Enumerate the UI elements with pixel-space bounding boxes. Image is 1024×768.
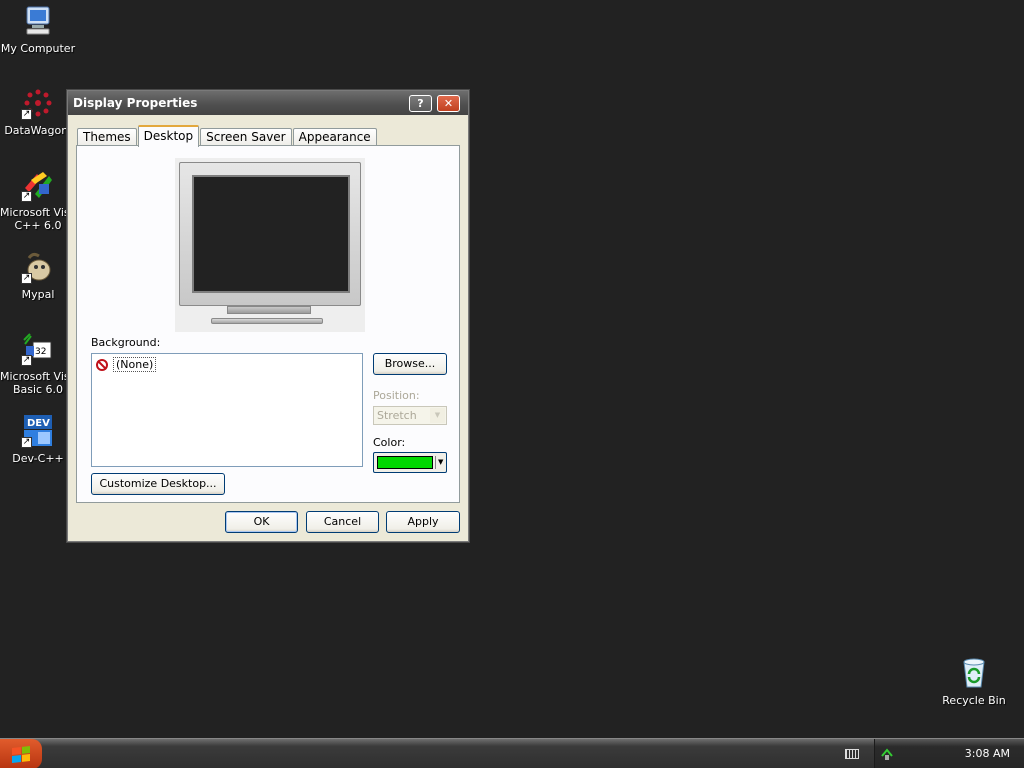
- visual-cpp-icon: ↗: [21, 168, 55, 202]
- clock[interactable]: 3:08 AM: [965, 747, 1010, 760]
- ok-button[interactable]: OK: [225, 511, 298, 533]
- desktop-icon-label: Microsoft Visu: [0, 370, 76, 383]
- shortcut-arrow-icon: ↗: [21, 109, 32, 120]
- monitor-stand: [227, 306, 311, 314]
- desktop-icon-dev-cpp[interactable]: DEV ↗ Dev-C++: [0, 414, 76, 465]
- cancel-button[interactable]: Cancel: [306, 511, 379, 533]
- help-button[interactable]: ?: [409, 95, 432, 112]
- keyboard-icon[interactable]: [845, 749, 859, 759]
- tab-strip: Themes Desktop Screen Saver Appearance: [77, 125, 378, 147]
- datawagon-icon: ↗: [21, 86, 55, 120]
- list-item[interactable]: (None): [96, 357, 157, 372]
- system-tray: 3:08 AM: [845, 739, 1024, 768]
- desktop-icon-my-computer[interactable]: My Computer: [0, 4, 76, 55]
- shortcut-arrow-icon: ↗: [21, 273, 32, 284]
- monitor-preview-icon: [179, 162, 361, 306]
- desktop-icon-label-line2: C++ 6.0: [14, 219, 62, 232]
- chevron-down-icon: ▼: [438, 458, 444, 466]
- monitor-base: [211, 318, 323, 324]
- svg-text:DEV: DEV: [27, 418, 50, 429]
- browse-button[interactable]: Browse...: [373, 353, 447, 375]
- network-icon[interactable]: [880, 747, 894, 761]
- taskbar: 3:08 AM: [0, 738, 1024, 768]
- computer-icon: [21, 4, 55, 38]
- desktop-icon-label: Dev-C++: [12, 452, 64, 465]
- desktop-icon-visual-cpp[interactable]: ↗ Microsoft Visu C++ 6.0: [0, 168, 76, 232]
- dialog-titlebar[interactable]: Display Properties ? ✕: [68, 91, 468, 115]
- desktop-icon-label-line2: Basic 6.0: [12, 383, 64, 396]
- customize-desktop-button[interactable]: Customize Desktop...: [91, 473, 225, 495]
- desktop-icon-label: Mypal: [21, 288, 55, 301]
- mypal-icon: ↗: [21, 250, 55, 284]
- position-label: Position:: [373, 389, 420, 402]
- shortcut-arrow-icon: ↗: [21, 437, 32, 448]
- windows-logo-icon: [12, 746, 30, 763]
- desktop-icon-label: Recycle Bin: [942, 694, 1006, 707]
- close-button[interactable]: ✕: [437, 95, 460, 112]
- desktop-icon-recycle-bin[interactable]: Recycle Bin: [936, 656, 1012, 707]
- desktop-icon-label: My Computer: [0, 42, 76, 55]
- list-item-label: (None): [113, 357, 157, 372]
- color-swatch: [377, 456, 433, 469]
- chevron-down-icon: ▼: [430, 408, 445, 423]
- background-label: Background:: [91, 336, 161, 349]
- tab-desktop[interactable]: Desktop: [137, 125, 200, 147]
- recycle-bin-icon: [957, 656, 991, 690]
- desktop-icon-datawagon[interactable]: ↗ DataWagon.: [0, 86, 76, 137]
- color-label: Color:: [373, 436, 406, 449]
- preview-screen: [192, 175, 350, 293]
- desktop-icon-label: DataWagon.: [4, 124, 72, 137]
- visual-basic-icon: 32 ↗: [21, 332, 55, 366]
- position-select: Stretch ▼: [373, 406, 447, 425]
- shortcut-arrow-icon: ↗: [21, 191, 32, 202]
- desktop-tab-panel: Background: (None) Browse... Position: S…: [76, 145, 460, 503]
- no-entry-icon: [96, 358, 108, 371]
- desktop-icon-mypal[interactable]: ↗ Mypal: [0, 250, 76, 301]
- shortcut-arrow-icon: ↗: [21, 355, 32, 366]
- dev-cpp-icon: DEV ↗: [21, 414, 55, 448]
- desktop-icon-label: Microsoft Visu: [0, 206, 76, 219]
- dialog-title: Display Properties: [73, 96, 198, 110]
- color-picker-button[interactable]: ▼: [373, 452, 447, 473]
- start-button[interactable]: [0, 739, 42, 768]
- apply-button[interactable]: Apply: [386, 511, 460, 533]
- display-properties-dialog: Display Properties ? ✕ Themes Desktop Sc…: [67, 90, 469, 542]
- background-list[interactable]: (None): [91, 353, 363, 467]
- desktop-preview: [175, 158, 365, 332]
- svg-text:32: 32: [35, 347, 46, 357]
- desktop-icon-visual-basic[interactable]: 32 ↗ Microsoft Visu Basic 6.0: [0, 332, 76, 396]
- position-value: Stretch: [377, 409, 417, 422]
